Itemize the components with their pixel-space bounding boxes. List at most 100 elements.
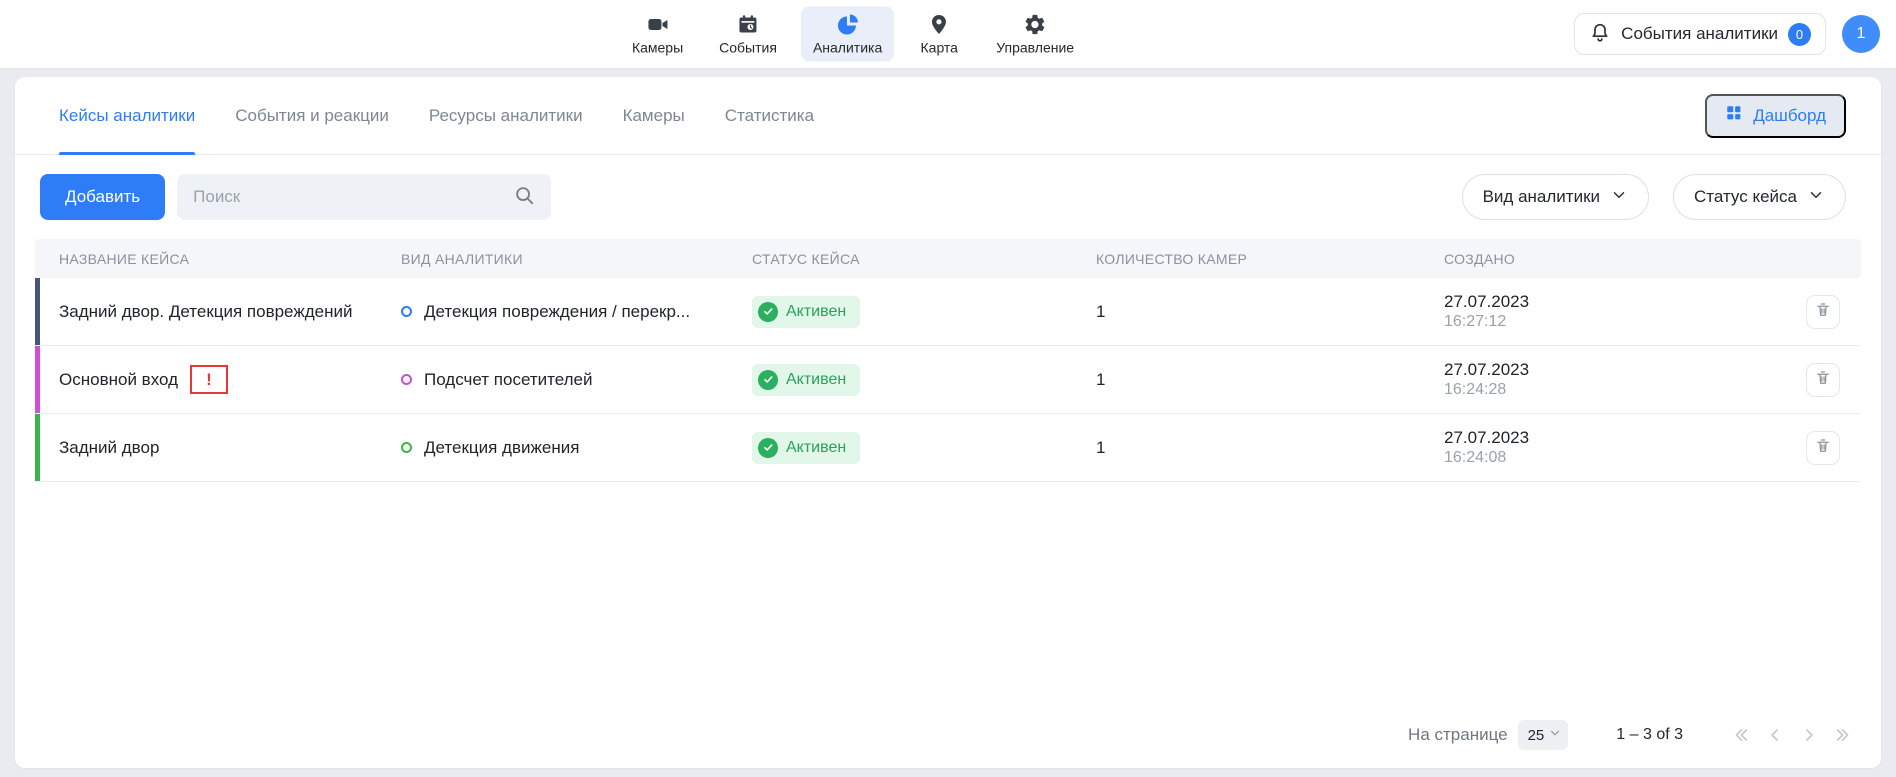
cell-status: Активен — [752, 432, 1096, 464]
add-button[interactable]: Добавить — [40, 174, 165, 220]
topbar: Камеры События Аналитика Карта Управлени… — [0, 0, 1896, 69]
case-name: Задний двор — [59, 438, 159, 458]
per-page-label: На странице — [1408, 725, 1508, 745]
table-row[interactable]: Задний двор. Детекция повреждений Детекц… — [35, 278, 1861, 346]
search-box — [177, 174, 551, 220]
table-row[interactable]: Основной вход ! Подсчет посетителей Акти… — [35, 346, 1861, 414]
check-icon — [758, 438, 778, 458]
cell-analytics-type: Детекция движения — [401, 438, 752, 458]
row-accent-bar — [35, 278, 40, 345]
user-avatar[interactable]: 1 — [1842, 15, 1880, 53]
per-page-select[interactable]: 25 — [1518, 720, 1569, 750]
dashboard-button[interactable]: Дашборд — [1705, 94, 1846, 138]
search-input[interactable] — [193, 187, 513, 207]
cell-created: 27.07.2023 16:27:12 — [1444, 291, 1775, 332]
chevron-down-icon — [1548, 726, 1562, 744]
camera-icon — [646, 13, 670, 37]
tab-analytics-cases[interactable]: Кейсы аналитики — [59, 77, 195, 154]
cell-status: Активен — [752, 364, 1096, 396]
col-header-status: СТАТУС КЕЙСА — [752, 251, 1096, 267]
type-label: Детекция движения — [424, 438, 579, 458]
calendar-icon — [736, 13, 760, 37]
cell-analytics-type: Детекция повреждения / перекр... — [401, 302, 752, 322]
created-time: 16:24:08 — [1444, 448, 1775, 468]
table-row[interactable]: Задний двор Детекция движения Активен 1 … — [35, 414, 1861, 482]
type-dot-icon — [401, 374, 412, 385]
created-date: 27.07.2023 — [1444, 427, 1775, 448]
nav-item-management[interactable]: Управление — [984, 7, 1086, 62]
row-accent-bar — [35, 414, 40, 481]
toolbar: Добавить Вид аналитики Статус кейса — [15, 155, 1881, 239]
trash-icon — [1814, 301, 1832, 322]
nav-label: Аналитика — [813, 40, 882, 56]
delete-button[interactable] — [1806, 431, 1840, 465]
cell-status: Активен — [752, 296, 1096, 328]
created-date: 27.07.2023 — [1444, 359, 1775, 380]
nav-item-analytics[interactable]: Аналитика — [801, 7, 894, 62]
row-accent-bar — [35, 346, 40, 413]
grid-icon — [1725, 104, 1743, 127]
trash-icon — [1814, 437, 1832, 458]
prev-page-icon[interactable] — [1765, 725, 1785, 745]
analytics-pie-icon — [836, 13, 860, 37]
cell-actions — [1775, 363, 1861, 397]
tab-cameras[interactable]: Камеры — [623, 77, 685, 154]
col-header-created: СОЗДАНО — [1444, 251, 1775, 267]
chevron-down-icon — [1610, 186, 1628, 209]
search-icon — [513, 184, 535, 211]
delete-button[interactable] — [1806, 295, 1840, 329]
cell-analytics-type: Подсчет посетителей — [401, 370, 752, 390]
cell-case-name: Задний двор — [35, 438, 401, 458]
chevron-down-icon — [1807, 186, 1825, 209]
type-label: Подсчет посетителей — [424, 370, 592, 390]
delete-button[interactable] — [1806, 363, 1840, 397]
tabs: Кейсы аналитики События и реакции Ресурс… — [59, 77, 814, 154]
tab-analytics-resources[interactable]: Ресурсы аналитики — [429, 77, 583, 154]
nav-item-events[interactable]: События — [707, 7, 789, 62]
type-label: Детекция повреждения / перекр... — [424, 302, 690, 322]
filters: Вид аналитики Статус кейса — [1462, 174, 1846, 220]
filter-case-status[interactable]: Статус кейса — [1673, 174, 1846, 220]
filter-label: Статус кейса — [1694, 187, 1797, 207]
col-header-cameras: КОЛИЧЕСТВО КАМЕР — [1096, 251, 1444, 267]
next-page-icon[interactable] — [1799, 725, 1819, 745]
map-pin-icon — [927, 13, 951, 37]
created-date: 27.07.2023 — [1444, 291, 1775, 312]
page-range-label: 1 – 3 of 3 — [1616, 726, 1683, 744]
type-dot-icon — [401, 306, 412, 317]
bell-icon — [1589, 21, 1611, 48]
nav-label: Камеры — [632, 40, 683, 56]
tab-statistics[interactable]: Статистика — [725, 77, 814, 154]
status-badge: Активен — [752, 364, 860, 396]
pagination: На странице 25 1 – 3 of 3 — [15, 710, 1881, 768]
cell-created: 27.07.2023 16:24:28 — [1444, 359, 1775, 400]
case-name: Задний двор. Детекция повреждений — [59, 302, 352, 322]
check-icon — [758, 302, 778, 322]
table-header: НАЗВАНИЕ КЕЙСА ВИД АНАЛИТИКИ СТАТУС КЕЙС… — [35, 239, 1861, 278]
cell-created: 27.07.2023 16:24:08 — [1444, 427, 1775, 468]
tab-events-reactions[interactable]: События и реакции — [235, 77, 389, 154]
status-badge: Активен — [752, 432, 860, 464]
cases-table: НАЗВАНИЕ КЕЙСА ВИД АНАЛИТИКИ СТАТУС КЕЙС… — [35, 239, 1861, 482]
check-icon — [758, 370, 778, 390]
status-label: Активен — [786, 303, 846, 321]
events-count-badge: 0 — [1788, 23, 1811, 46]
status-badge: Активен — [752, 296, 860, 328]
dashboard-button-label: Дашборд — [1753, 106, 1826, 126]
nav-item-map[interactable]: Карта — [906, 7, 972, 62]
tabs-row: Кейсы аналитики События и реакции Ресурс… — [15, 77, 1881, 155]
cell-actions — [1775, 295, 1861, 329]
filter-analytics-type[interactable]: Вид аналитики — [1462, 174, 1649, 220]
col-header-type: ВИД АНАЛИТИКИ — [401, 251, 752, 267]
analytics-events-button[interactable]: События аналитики 0 — [1574, 13, 1826, 55]
first-page-icon[interactable] — [1731, 725, 1751, 745]
created-time: 16:24:28 — [1444, 380, 1775, 400]
status-label: Активен — [786, 371, 846, 389]
alert-annotation: ! — [190, 365, 228, 394]
cell-camera-count: 1 — [1096, 438, 1444, 458]
main-nav: Камеры События Аналитика Карта Управлени… — [620, 7, 1086, 62]
cell-camera-count: 1 — [1096, 302, 1444, 322]
last-page-icon[interactable] — [1833, 725, 1853, 745]
nav-item-cameras[interactable]: Камеры — [620, 7, 695, 62]
cell-case-name: Основной вход ! — [35, 365, 401, 394]
